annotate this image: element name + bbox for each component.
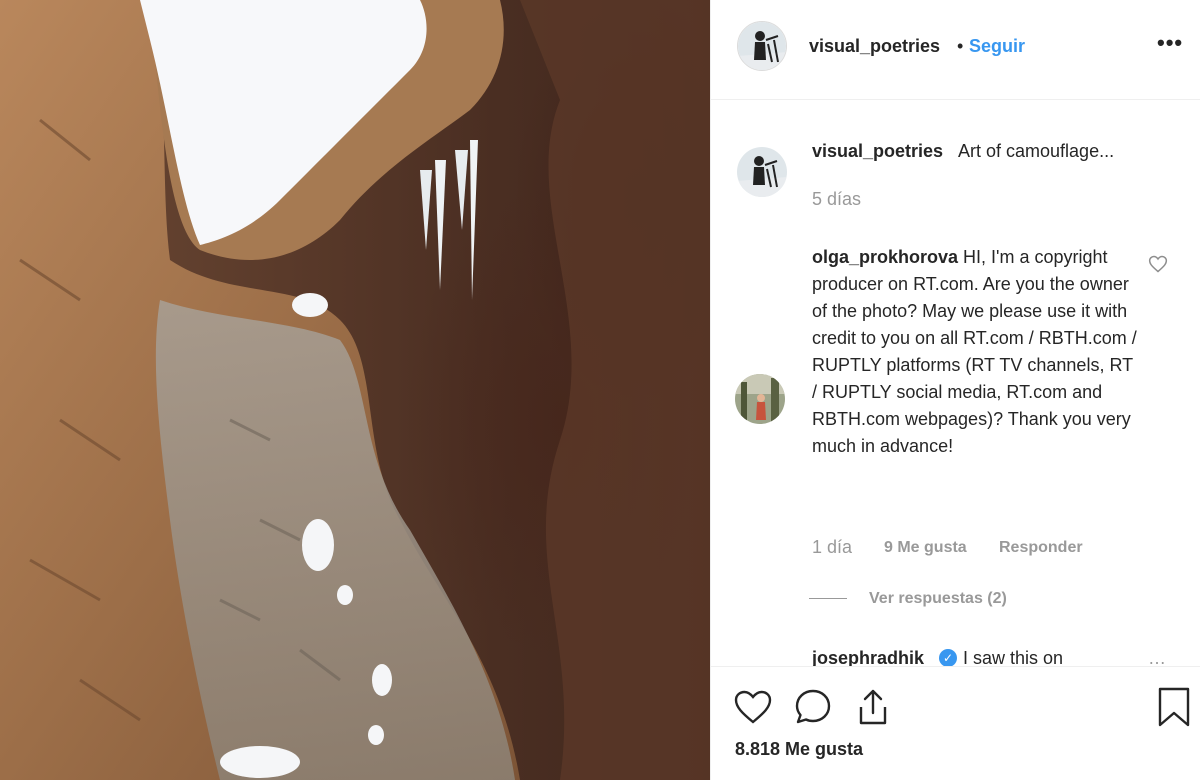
share-icon[interactable] [853,687,893,727]
heart-icon[interactable] [733,687,773,727]
more-options-icon[interactable]: ••• [1157,30,1183,56]
comment-body: olga_prokhorova HI, I'm a copyright prod… [812,244,1142,460]
comments-section[interactable]: visual_poetries Art of camouflage... 5 d… [711,101,1200,666]
post-photo[interactable] [0,0,710,780]
comment-like-heart-icon[interactable] [1148,254,1168,274]
separator-dot: • [957,36,964,56]
caption-username[interactable]: visual_poetries [812,141,943,162]
view-replies-button[interactable]: Ver respuestas (2) [869,590,1007,608]
comment-text: HI, I'm a copyright producer on RT.com. … [812,247,1137,456]
verified-badge-icon: ✓ [939,649,957,666]
reply-button[interactable]: Responder [999,539,1083,557]
next-comment-more[interactable]: … [1148,648,1166,666]
commenter-avatar[interactable] [735,374,785,424]
author-username[interactable]: visual_poetries [809,36,940,57]
post-sidebar: visual_poetries • Seguir ••• visual_poet… [710,0,1200,780]
post-header: visual_poetries • Seguir ••• [711,0,1200,100]
caption-timestamp[interactable]: 5 días [812,189,861,210]
replies-divider [809,598,847,599]
comment-timestamp[interactable]: 1 día [812,537,852,558]
comment-username[interactable]: olga_prokhorova [812,247,958,267]
author-avatar[interactable] [737,21,787,71]
post-like-count[interactable]: 8.818 Me gusta [735,739,863,760]
caption-avatar[interactable] [737,147,787,197]
photo-illustration [0,0,710,780]
comment-like-count[interactable]: 9 Me gusta [884,539,967,557]
action-bar: 8.818 Me gusta [711,666,1200,780]
bookmark-icon[interactable] [1154,687,1194,727]
follow-button[interactable]: Seguir [969,36,1025,57]
caption-text: Art of camouflage... [958,141,1115,161]
comment-icon[interactable] [793,687,833,727]
next-comment-text: I saw this on [963,648,1064,666]
next-comment-username[interactable]: josephradhik [812,648,924,666]
